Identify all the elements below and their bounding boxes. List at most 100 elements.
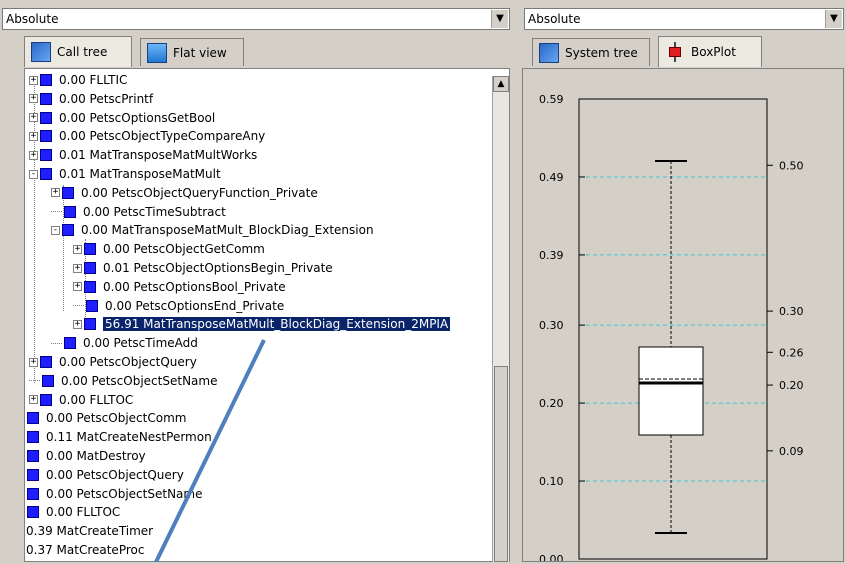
right-metric-combo[interactable]: Absolute ▼ [524, 8, 844, 30]
tree-row[interactable]: +0.01 PetscObjectOptionsBegin_Private [73, 259, 333, 277]
tree-row-label: 0.00 PetscTimeSubtract [83, 205, 226, 219]
node-color-icon [27, 431, 39, 443]
left-tick-label: 0.20 [539, 397, 564, 410]
tree-scrollbar[interactable]: ▲ [492, 76, 509, 562]
call-tree-panel[interactable]: +0.00 FLLTIC+0.00 PetscPrintf+0.00 Petsc… [24, 68, 510, 562]
leaf-connector-icon [29, 380, 40, 381]
tree-row[interactable]: 0.00 PetscObjectQuery [27, 466, 184, 484]
tree-row[interactable]: +0.00 PetscObjectQueryFunction_Private [51, 184, 318, 202]
tree-row[interactable]: 0.00 PetscOptionsEnd_Private [73, 297, 284, 315]
tree-row-label: 0.00 FLLTOC [59, 393, 133, 407]
node-color-icon [64, 206, 76, 218]
right-metric-value: Absolute [528, 12, 580, 26]
tree-row-label: 0.00 PetscOptionsBool_Private [103, 280, 286, 294]
node-color-icon [40, 149, 52, 161]
tree-row-label: 0.00 PetscTimeAdd [83, 336, 198, 350]
tree-row-label: 0.00 PetscObjectSetName [46, 487, 202, 501]
tree-row-label: 0.00 PetscOptionsGetBool [59, 111, 215, 125]
expand-icon[interactable]: + [29, 358, 38, 367]
tree-row-label: 0.00 PetscObjectComm [46, 411, 186, 425]
node-color-icon [84, 281, 96, 293]
tab-call-tree[interactable]: Call tree [24, 36, 132, 67]
tree-row[interactable]: 0.00 FLLTOC [27, 503, 120, 521]
tree-row[interactable]: +0.00 FLLTOC [29, 391, 133, 409]
tab-boxplot-label: BoxPlot [691, 45, 736, 59]
boxplot-icon [665, 42, 685, 62]
tree-row[interactable]: 0.00 PetscObjectComm [27, 409, 186, 427]
left-tick-label: 0.49 [539, 171, 564, 184]
expand-icon[interactable]: + [29, 113, 38, 122]
tree-row[interactable]: 0.11 MatCreateNestPermon [27, 428, 212, 446]
right-tick-label: 0.30 [779, 305, 804, 318]
expand-icon[interactable]: + [73, 264, 82, 273]
expand-icon[interactable]: + [29, 395, 38, 404]
tree-row[interactable]: +0.00 PetscPrintf [29, 90, 153, 108]
tree-row[interactable]: 0.39 MatCreateTimer [26, 522, 153, 540]
tree-row[interactable]: 0.37 MatCreateProc [26, 541, 144, 559]
tab-flat-view[interactable]: Flat view [140, 38, 244, 66]
tree-row-label: 0.37 MatCreateProc [26, 543, 144, 557]
collapse-icon[interactable]: - [29, 170, 38, 179]
scroll-thumb[interactable] [494, 366, 508, 562]
tree-row[interactable]: +56.91 MatTransposeMatMult_BlockDiag_Ext… [73, 315, 450, 333]
node-color-icon [86, 300, 98, 312]
node-color-icon [40, 74, 52, 86]
expand-icon[interactable]: + [29, 94, 38, 103]
tab-flat-view-label: Flat view [173, 46, 227, 60]
expand-icon[interactable]: + [51, 188, 60, 197]
expand-icon[interactable]: + [73, 245, 82, 254]
node-color-icon [84, 318, 96, 330]
tree-row-label: 0.01 PetscObjectOptionsBegin_Private [103, 261, 333, 275]
expand-icon[interactable]: + [29, 151, 38, 160]
expand-icon[interactable]: + [29, 76, 38, 85]
right-tick-label: 0.20 [779, 379, 804, 392]
node-color-icon [40, 93, 52, 105]
iqr-box [639, 347, 703, 435]
right-tick-label: 0.50 [779, 159, 804, 172]
node-color-icon [40, 394, 52, 406]
node-color-icon [62, 187, 74, 199]
boxplot-panel: 0.590.490.390.300.200.100.000.500.300.26… [522, 68, 844, 562]
leaf-connector-icon [51, 211, 62, 212]
tree-row-label: 0.00 MatDestroy [46, 449, 146, 463]
tree-row[interactable]: 0.00 PetscObjectSetName [27, 485, 202, 503]
chevron-down-icon[interactable]: ▼ [491, 10, 508, 28]
tree-row-label: 0.00 MatTransposeMatMult_BlockDiag_Exten… [81, 223, 374, 237]
tree-row[interactable]: - 0.00 MatTransposeMatMult_BlockDiag_Exte… [51, 221, 374, 239]
chevron-down-icon[interactable]: ▼ [825, 10, 842, 28]
tab-system-tree[interactable]: System tree [532, 38, 650, 66]
tree-row[interactable]: +0.00 PetscObjectGetComm [73, 240, 265, 258]
tree-row[interactable]: +0.00 PetscOptionsBool_Private [73, 278, 286, 296]
node-color-icon [40, 130, 52, 142]
node-color-icon [62, 224, 74, 236]
tree-row[interactable]: 0.00 MatDestroy [27, 447, 146, 465]
boxplot-chart: 0.590.490.390.300.200.100.000.500.300.26… [523, 69, 843, 561]
tree-row-label: 0.00 PetscPrintf [59, 92, 153, 106]
tree-row[interactable]: 0.00 PetscTimeSubtract [51, 203, 226, 221]
tree-row-label: 0.11 MatCreateNestPermon [46, 430, 212, 444]
expand-icon[interactable]: + [73, 320, 82, 329]
left-metric-combo[interactable]: Absolute ▼ [2, 8, 510, 30]
tree-row-label: 0.39 MatCreateTimer [26, 524, 153, 538]
node-color-icon [40, 168, 52, 180]
left-tick-label: 0.39 [539, 249, 564, 262]
tree-row[interactable]: 0.00 PetscTimeAdd [51, 334, 198, 352]
left-tabbar: Call tree Flat view [24, 38, 510, 68]
expand-icon[interactable]: + [29, 132, 38, 141]
tree-row[interactable]: +0.01 MatTransposeMatMultWorks [29, 146, 257, 164]
node-color-icon [27, 469, 39, 481]
expand-icon[interactable]: + [73, 282, 82, 291]
leaf-connector-icon [51, 343, 62, 344]
tree-row[interactable]: +0.00 FLLTIC [29, 71, 127, 89]
tree-row[interactable]: +0.00 PetscObjectTypeCompareAny [29, 127, 265, 145]
tree-row[interactable]: 0.00 PetscObjectSetName [29, 372, 217, 390]
node-color-icon [84, 262, 96, 274]
scroll-up-icon[interactable]: ▲ [493, 76, 509, 92]
collapse-icon[interactable]: - [51, 226, 60, 235]
tree-row[interactable]: -0.01 MatTransposeMatMult [29, 165, 221, 183]
tree-row[interactable]: +0.00 PetscOptionsGetBool [29, 109, 215, 127]
tree-row[interactable]: +0.00 PetscObjectQuery [29, 353, 197, 371]
tab-boxplot[interactable]: BoxPlot [658, 36, 762, 67]
left-tick-label: 0.10 [539, 475, 564, 488]
node-color-icon [84, 243, 96, 255]
